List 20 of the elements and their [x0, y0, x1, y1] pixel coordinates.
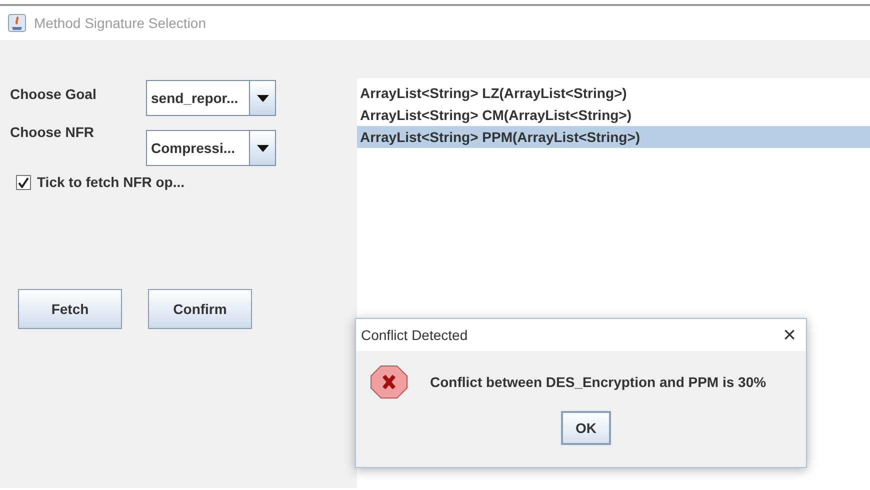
- field-label: Choose NFR: [10, 123, 95, 142]
- list-item[interactable]: ArrayList<String> LZ(ArrayList<String>): [357, 82, 870, 104]
- dropdown[interactable]: send_repor...: [146, 80, 276, 116]
- app-icon: [8, 14, 26, 32]
- dropdown[interactable]: Compressi...: [146, 130, 276, 166]
- ok-button[interactable]: OK: [561, 411, 611, 445]
- window-title: Method Signature Selection: [34, 14, 206, 33]
- checkbox[interactable]: [16, 175, 31, 190]
- caret-icon: [256, 144, 268, 152]
- fetch-button[interactable]: Fetch: [18, 289, 122, 329]
- caret-icon: [256, 94, 268, 102]
- error-icon: [370, 365, 408, 399]
- close-button[interactable]: ×: [783, 324, 796, 346]
- list-item[interactable]: ArrayList<String> PPM(ArrayList<String>): [357, 126, 870, 148]
- confirm-button[interactable]: Confirm: [148, 289, 252, 329]
- list-item[interactable]: ArrayList<String> CM(ArrayList<String>): [357, 104, 870, 126]
- field-label: Choose Goal: [10, 85, 98, 104]
- checkbox-label: Tick to fetch NFR op...: [37, 173, 185, 192]
- dialog-message: Conflict between DES_Encryption and PPM is 30%: [430, 372, 766, 392]
- dialog-title: Conflict Detected: [361, 326, 468, 344]
